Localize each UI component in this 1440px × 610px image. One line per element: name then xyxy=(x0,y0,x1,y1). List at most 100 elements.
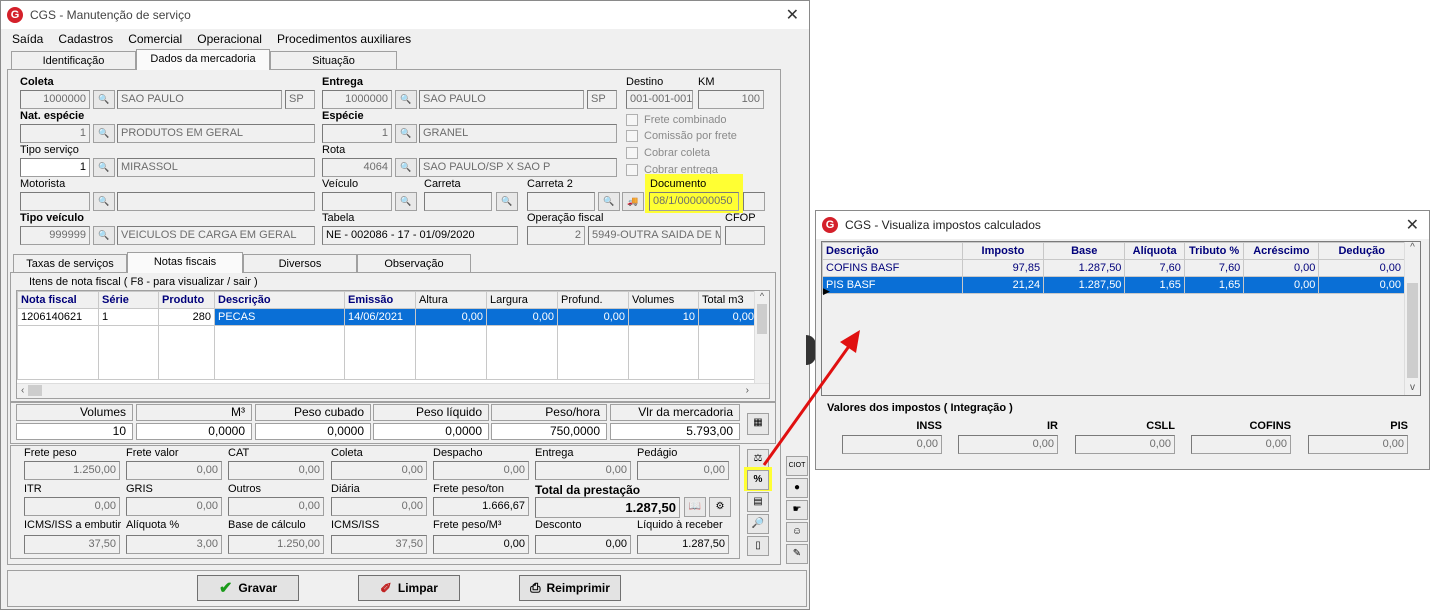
recalculate-icon[interactable]: ⚙ xyxy=(709,497,731,517)
calculator-small-icon[interactable]: ▤ xyxy=(747,492,769,512)
tab-diversos[interactable]: Diversos xyxy=(243,254,357,273)
operacao-fiscal-code-field[interactable]: 2 xyxy=(527,226,585,245)
base-de-calculo-field[interactable]: 1.250,00 xyxy=(228,535,324,554)
book-icon[interactable]: 📖 xyxy=(684,497,706,517)
liquido-a-receber-field[interactable]: 1.287,50 xyxy=(637,535,729,554)
especie-search-button[interactable]: 🔍 xyxy=(395,124,417,143)
gravar-button[interactable]: ✔ Gravar xyxy=(197,575,299,601)
table-row[interactable]: COFINS BASF 97,85 1.287,50 7,60 7,60 0,0… xyxy=(822,259,1405,277)
frete-valor-field[interactable]: 0,00 xyxy=(126,461,222,480)
tab-taxas-servicos[interactable]: Taxas de serviços xyxy=(13,254,127,273)
nat-especie-search-button[interactable]: 🔍 xyxy=(93,124,115,143)
nf-col-descricao[interactable]: Descrição xyxy=(214,291,345,309)
entrega-code-field[interactable]: 1000000 xyxy=(322,90,392,109)
nf-col-produto[interactable]: Produto xyxy=(158,291,215,309)
veiculo-search-button[interactable]: 🔍 xyxy=(395,192,417,211)
nf-col-volumes[interactable]: Volumes xyxy=(628,291,699,309)
tab-observacao[interactable]: Observação xyxy=(357,254,471,273)
cofins-label: COFINS xyxy=(1249,420,1291,432)
tax-col-acrescimo[interactable]: Acréscimo xyxy=(1243,242,1320,260)
frete-peso-m-field[interactable]: 0,00 xyxy=(433,535,529,554)
reimprimir-button[interactable]: ⎙ Reimprimir xyxy=(519,575,621,601)
close-icon[interactable]: ✕ xyxy=(1406,215,1419,235)
tipo-servico-code-field[interactable]: 1 xyxy=(20,158,90,177)
veiculo-field[interactable] xyxy=(322,192,392,211)
tax-vertical-scrollbar[interactable]: ^ v xyxy=(1404,242,1420,395)
itr-field[interactable]: 0,00 xyxy=(24,497,120,516)
tab-dados-mercadoria[interactable]: Dados da mercadoria xyxy=(136,49,270,70)
tab-identificacao[interactable]: Identificação xyxy=(11,51,136,70)
table-row[interactable]: PIS BASF 21,24 1.287,50 1,65 1,65 0,00 0… xyxy=(822,276,1405,294)
tax-col-base[interactable]: Base xyxy=(1043,242,1126,260)
truck-icon[interactable]: 🚚 xyxy=(622,192,644,211)
frete-peso-ton-field[interactable]: 1.666,67 xyxy=(433,497,529,516)
entrega-search-button[interactable]: 🔍 xyxy=(395,90,417,109)
frete-peso-field[interactable]: 1.250,00 xyxy=(24,461,120,480)
nf-col-serie[interactable]: Série xyxy=(98,291,159,309)
outros-field[interactable]: 0,00 xyxy=(228,497,324,516)
nf-horizontal-scrollbar[interactable]: ‹ › xyxy=(17,383,769,398)
user-edit-icon[interactable]: ✎ xyxy=(786,544,808,564)
menu-comercial[interactable]: Comercial xyxy=(128,32,182,46)
entrega-field[interactable]: 0,00 xyxy=(535,461,631,480)
carreta-search-button[interactable]: 🔍 xyxy=(496,192,518,211)
nf-col-emissao[interactable]: Emissão xyxy=(344,291,416,309)
icms-iss-a-embutir-field[interactable]: 37,50 xyxy=(24,535,120,554)
aliquota-field[interactable]: 3,00 xyxy=(126,535,222,554)
carreta2-search-button[interactable]: 🔍 xyxy=(598,192,620,211)
tax-col-deducao[interactable]: Dedução xyxy=(1318,242,1405,260)
especie-code-field[interactable]: 1 xyxy=(322,124,392,143)
motorista-search-button[interactable]: 🔍 xyxy=(93,192,115,211)
tipo-veiculo-code-field[interactable]: 999999 xyxy=(20,226,90,245)
documento-field[interactable]: 08/1/000000050 xyxy=(649,192,739,211)
tax-col-descricao[interactable]: Descrição xyxy=(822,242,963,260)
rota-search-button[interactable]: 🔍 xyxy=(395,158,417,177)
tax-col-aliquota[interactable]: Alíquota xyxy=(1124,242,1185,260)
document-icon[interactable]: ▯ xyxy=(747,536,769,556)
menu-operacional[interactable]: Operacional xyxy=(197,32,262,46)
tab-notas-fiscais[interactable]: Notas fiscais xyxy=(127,252,243,273)
preview-icon[interactable]: 🔎 xyxy=(747,514,769,534)
rota-code-field[interactable]: 4064 xyxy=(322,158,392,177)
red-arrow xyxy=(762,330,860,466)
frete-combinado-checkbox[interactable]: Frete combinado xyxy=(626,114,727,126)
tipo-veiculo-search-button[interactable]: 🔍 xyxy=(93,226,115,245)
limpar-button[interactable]: ✐ Limpar xyxy=(358,575,460,601)
desconto-field[interactable]: 0,00 xyxy=(535,535,631,554)
nf-col-nota-fiscal[interactable]: Nota fiscal xyxy=(17,291,99,309)
icms-iss-field[interactable]: 37,50 xyxy=(331,535,427,554)
people-icon[interactable]: ☺ xyxy=(786,522,808,542)
close-icon[interactable]: ✕ xyxy=(786,5,799,25)
diaria-field[interactable]: 0,00 xyxy=(331,497,427,516)
table-row[interactable]: 1206140621 1 280 PECAS 14/06/2021 0,00 0… xyxy=(17,308,758,326)
carreta2-field[interactable] xyxy=(527,192,595,211)
pedagio-field[interactable]: 0,00 xyxy=(637,461,729,480)
menu-saida[interactable]: Saída xyxy=(12,32,43,46)
comissao-frete-checkbox[interactable]: Comissão por frete xyxy=(626,130,737,142)
percent-tax-button[interactable]: % xyxy=(747,470,769,490)
despacho-field[interactable]: 0,00 xyxy=(433,461,529,480)
nf-col-total-m3[interactable]: Total m3 xyxy=(698,291,758,309)
nat-especie-code-field[interactable]: 1 xyxy=(20,124,90,143)
cobrar-coleta-checkbox[interactable]: Cobrar coleta xyxy=(626,147,710,159)
carreta-field[interactable] xyxy=(424,192,492,211)
tipo-servico-search-button[interactable]: 🔍 xyxy=(93,158,115,177)
nf-col-largura[interactable]: Largura xyxy=(486,291,558,309)
motorista-code-field[interactable] xyxy=(20,192,90,211)
tabela-field[interactable]: NE - 002086 - 17 - 01/09/2020 xyxy=(322,226,518,245)
tax-col-imposto[interactable]: Imposto xyxy=(961,242,1045,260)
hand-icon[interactable]: ☛ xyxy=(786,500,808,520)
nf-col-altura[interactable]: Altura xyxy=(415,291,487,309)
coleta-search-button[interactable]: 🔍 xyxy=(93,90,115,109)
cat-field[interactable]: 0,00 xyxy=(228,461,324,480)
circle-icon[interactable]: ● xyxy=(786,478,808,498)
gris-field[interactable]: 0,00 xyxy=(126,497,222,516)
tax-col-tributo[interactable]: Tributo % xyxy=(1183,242,1245,260)
nf-col-profund[interactable]: Profund. xyxy=(557,291,629,309)
menu-procedimentos[interactable]: Procedimentos auxiliares xyxy=(277,32,411,46)
menu-cadastros[interactable]: Cadastros xyxy=(58,32,113,46)
gris-label: GRIS xyxy=(126,483,153,495)
tab-situacao[interactable]: Situação xyxy=(270,51,397,70)
coleta-code-field[interactable]: 1000000 xyxy=(20,90,90,109)
coleta-field[interactable]: 0,00 xyxy=(331,461,427,480)
